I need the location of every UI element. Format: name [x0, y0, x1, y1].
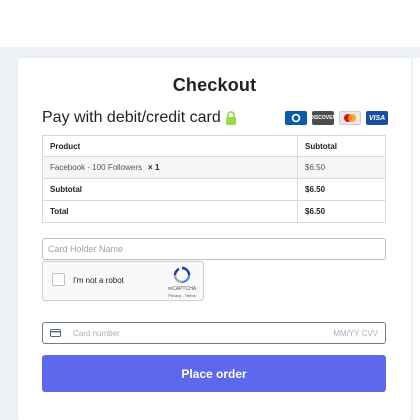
product-name: Facebook - 100 Followers [50, 163, 143, 172]
order-summary-table: Product Subtotal Facebook - 100 Follower… [42, 135, 386, 223]
payment-header: Pay with debit/credit card DISCOVER VISA [42, 109, 388, 129]
product-quantity: × 1 [148, 163, 160, 172]
recaptcha-logo-icon [173, 266, 191, 284]
recaptcha-links[interactable]: Privacy - Terms [161, 293, 203, 298]
product-cell: Facebook - 100 Followers × 1 [42, 156, 298, 179]
card-details-field[interactable]: Card number MM/YY CVV [42, 322, 386, 344]
subtotal-value: $6.50 [297, 178, 386, 201]
subtotal-label: Subtotal [42, 178, 298, 201]
recaptcha-brand: reCAPTCHA [167, 286, 197, 292]
subtotal-row: Subtotal $6.50 [42, 178, 386, 201]
recaptcha-widget: I'm not a robot reCAPTCHA Privacy - Term… [42, 261, 204, 301]
recaptcha-checkbox[interactable] [52, 273, 65, 286]
total-label: Total [42, 200, 298, 223]
visa-icon: VISA [366, 111, 388, 125]
diners-club-icon [285, 111, 307, 125]
payment-heading: Pay with debit/credit card [42, 109, 221, 126]
lock-icon [226, 111, 236, 125]
column-header-subtotal: Subtotal [297, 135, 386, 157]
place-order-button[interactable]: Place order [42, 355, 386, 392]
product-subtotal: $6.50 [297, 156, 386, 179]
card-holder-name-input[interactable] [42, 238, 386, 260]
top-band [0, 0, 420, 47]
discover-icon: DISCOVER [312, 111, 334, 125]
adjacent-panel [413, 58, 420, 420]
card-expiry-cvv-input[interactable]: MM/YY CVV [333, 329, 378, 338]
checkout-card: Checkout Pay with debit/credit card DISC… [18, 58, 411, 420]
column-header-product: Product [42, 135, 298, 157]
accepted-cards: DISCOVER VISA [285, 111, 388, 125]
card-number-input[interactable]: Card number [73, 329, 120, 338]
credit-card-icon [50, 329, 61, 337]
page-title: Checkout [172, 75, 257, 95]
recaptcha-label: I'm not a robot [73, 276, 124, 285]
total-value: $6.50 [297, 200, 386, 223]
mastercard-icon [339, 111, 361, 125]
table-row: Facebook - 100 Followers × 1 $6.50 [42, 156, 386, 179]
total-row: Total $6.50 [42, 200, 386, 223]
table-header-row: Product Subtotal [42, 135, 386, 157]
